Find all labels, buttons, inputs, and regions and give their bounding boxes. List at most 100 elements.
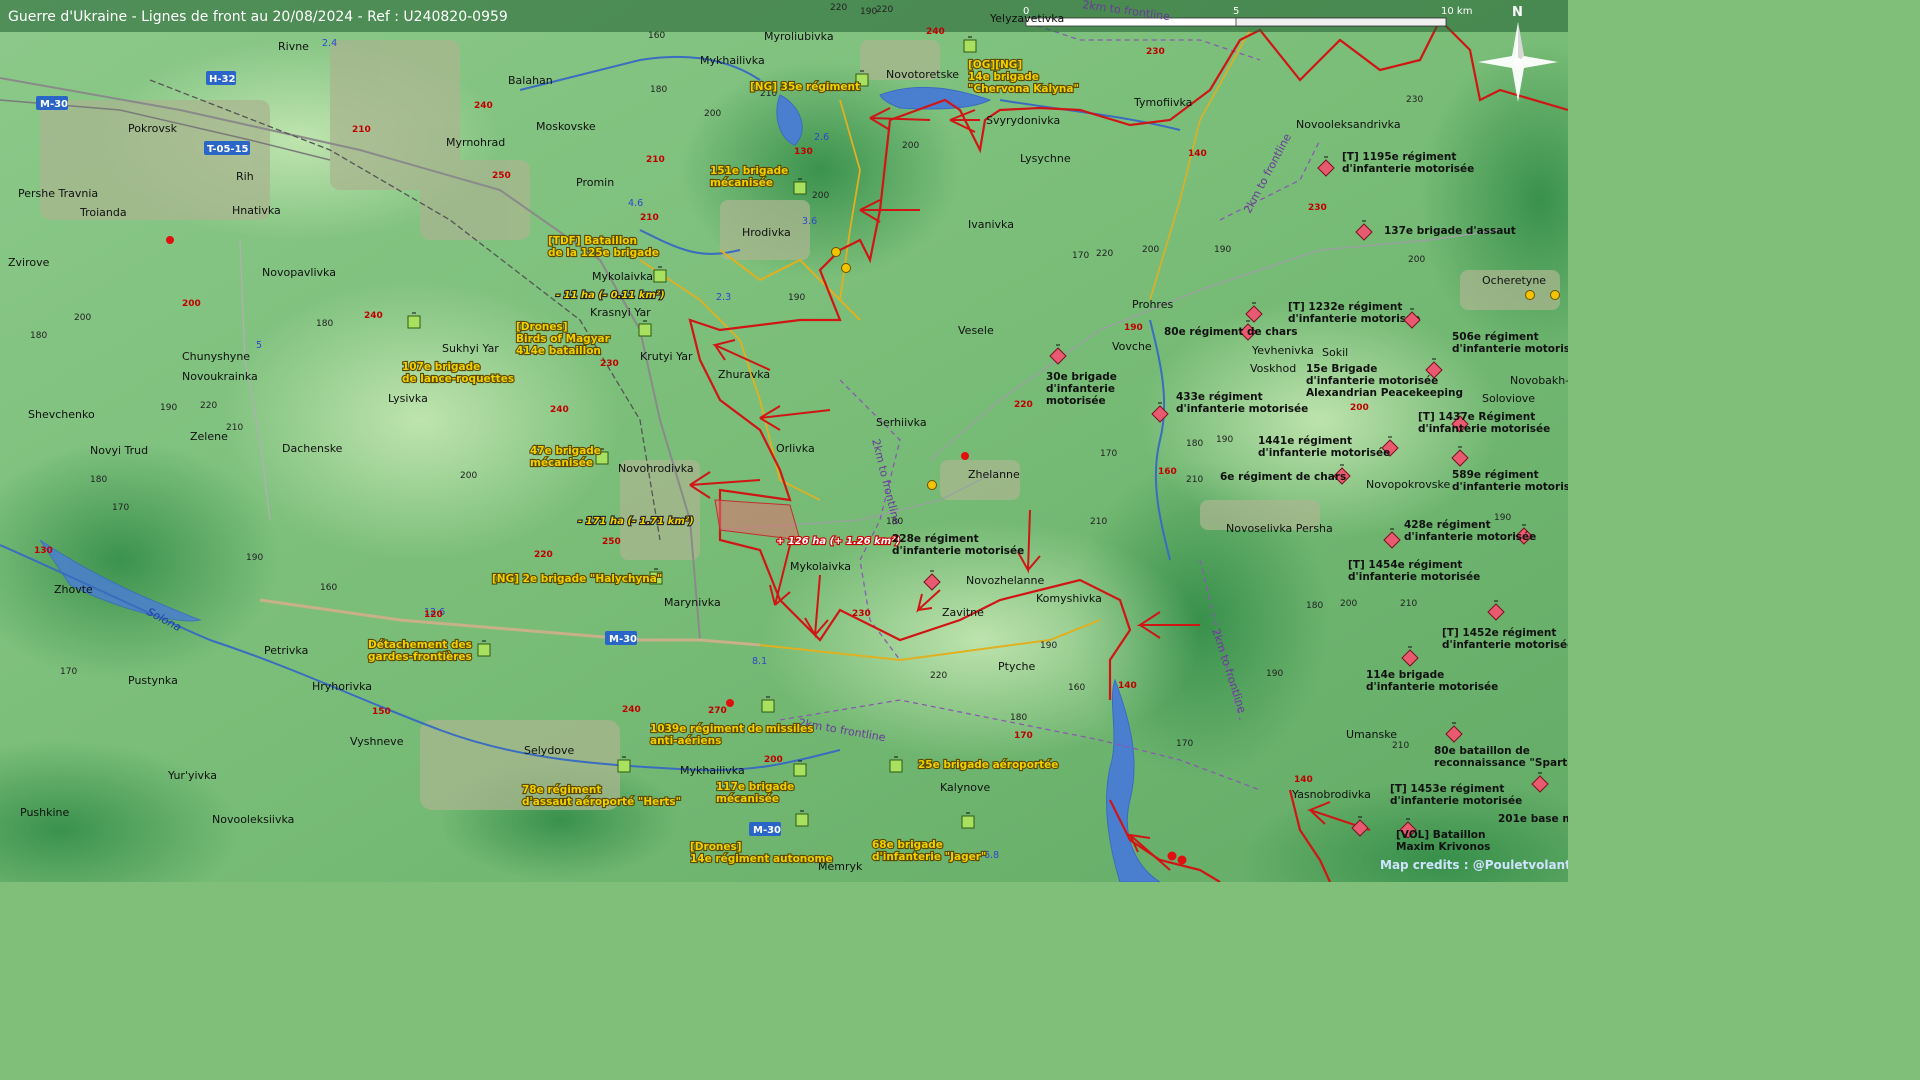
unit-label-line: 25e brigade aéroportée	[918, 759, 1058, 771]
unit-label-line: de lance-roquettes	[402, 373, 514, 385]
town-label: Vyshneve	[350, 735, 404, 748]
elevation-label: 200	[812, 191, 829, 201]
elevation-label: 220	[1096, 249, 1113, 259]
unit-label-line: 1039e régiment de missiles	[650, 723, 814, 735]
elevation-label: 180	[30, 331, 47, 341]
elevation-label: 200	[902, 141, 919, 151]
elevation-label-red: 270	[708, 706, 727, 716]
town-label: Myrnohrad	[446, 136, 505, 149]
town-label: Pershe Travnia	[18, 187, 98, 200]
town-label: Hrodivka	[742, 226, 791, 239]
tactical-map[interactable]: Guerre d'Ukraine - Lignes de front au 20…	[0, 0, 1568, 882]
town-label: Novozhelanne	[966, 574, 1044, 587]
town-label: Vesele	[958, 324, 994, 337]
elevation-label-red: 140	[1188, 149, 1207, 159]
road-sign-t0515: T-05-15	[207, 144, 249, 155]
unit-label-line: d'infanterie "Jager"	[872, 851, 986, 863]
unit-label-line: anti-aériens	[650, 735, 721, 747]
road-sign-h32: H-32	[209, 74, 235, 85]
elevation-label: 220	[876, 5, 893, 15]
elevation-label: 200	[74, 313, 91, 323]
elevation-label: 190	[1216, 435, 1233, 445]
unit-label-line: d'infanterie motorisée	[1176, 403, 1308, 415]
elevation-label-red: 140	[1118, 681, 1137, 691]
unit-label-line: [NG] 2e brigade "Halychyna"	[492, 573, 662, 585]
area-gain-label: + 126 ha (+ 1.26 km²)	[776, 536, 900, 547]
road-sign-m30-c: M-30	[753, 825, 781, 836]
town-label: Rivne	[278, 40, 309, 53]
ukr-unit-marker[interactable]	[793, 763, 807, 777]
town-label: Sukhyi Yar	[442, 342, 499, 355]
town-label: Rih	[236, 170, 254, 183]
ukr-unit-label: [NG] 35e régiment	[750, 81, 860, 93]
ukr-unit-marker[interactable]	[761, 699, 775, 713]
unit-label-line: motorisée	[1046, 395, 1106, 407]
unit-label-line: d'infanterie	[1046, 383, 1115, 395]
unit-label-line: mécanisée	[530, 457, 593, 469]
road-number: 8.1	[752, 656, 767, 667]
unit-label-line: 47e brigade	[530, 445, 601, 457]
unit-label-line: "Chervona Kalyna"	[968, 83, 1079, 95]
unit-label-line: [T] 1232e régiment	[1288, 301, 1402, 313]
town-label: Chunyshyne	[182, 350, 250, 363]
elevation-label: 220	[930, 671, 947, 681]
town-label: Novotoretske	[886, 68, 959, 81]
unit-label-line: d'infanterie motorisée	[1452, 343, 1568, 355]
ukr-unit-marker[interactable]	[795, 813, 809, 827]
town-label: Ocheretyne	[1482, 274, 1546, 287]
rus-unit-label: [T] 1232e régiment d'infanterie motorisée	[1288, 301, 1420, 325]
ukr-unit-marker[interactable]	[889, 759, 903, 773]
unit-label-line: [Drones]	[516, 321, 568, 333]
elevation-label: 180	[90, 475, 107, 485]
ukr-unit-marker[interactable]	[653, 269, 667, 283]
elevation-label-red: 240	[364, 311, 383, 321]
town-label: Ivanivka	[968, 218, 1014, 231]
ukr-unit-marker[interactable]	[407, 315, 421, 329]
elevation-label-red: 160	[1158, 467, 1177, 477]
elevation-label: 210	[1090, 517, 1107, 527]
town-label: Lysivka	[388, 392, 428, 405]
unit-label-line: d'infanterie motorisée	[1306, 375, 1438, 387]
elevation-label: 190	[860, 7, 877, 17]
unit-label-line: 1441e régiment	[1258, 435, 1352, 447]
ukr-unit-marker[interactable]	[638, 323, 652, 337]
unit-label-line: 428e régiment	[1404, 519, 1491, 531]
town-label: Dachenske	[282, 442, 343, 455]
unit-label-line: d'infanterie motorisée	[1418, 423, 1550, 435]
unit-label-line: [T] 1195e régiment	[1342, 151, 1456, 163]
elevation-label: 160	[1068, 683, 1085, 693]
town-label: Hnativka	[232, 204, 281, 217]
road-sign-m30-a: M-30	[40, 99, 68, 110]
town-label: Mykhailivka	[680, 764, 745, 777]
ukr-unit-marker[interactable]	[963, 39, 977, 53]
elevation-label: 190	[1494, 513, 1511, 523]
town-label: Novoselivka Persha	[1226, 522, 1333, 535]
unit-label-line: [T] 1454e régiment	[1348, 559, 1462, 571]
elevation-label-red: 240	[474, 101, 493, 111]
elevation-label: 160	[648, 31, 665, 41]
unit-label-line: [Drones]	[690, 841, 742, 853]
ukr-unit-marker[interactable]	[617, 759, 631, 773]
rus-unit-label: 201e base militaire	[1498, 813, 1568, 825]
ukr-unit-marker[interactable]	[793, 181, 807, 195]
unit-label-line: 117e brigade	[716, 781, 794, 793]
town-label: Ptyche	[998, 660, 1035, 673]
area-loss-label: - 11 ha (- 0.11 km²)	[556, 290, 665, 301]
ukr-unit-marker[interactable]	[961, 815, 975, 829]
unit-label-line: Alexandrian Peacekeeping	[1306, 387, 1463, 399]
ukr-unit-marker[interactable]	[477, 643, 491, 657]
unit-label-line: 107e brigade	[402, 361, 480, 373]
road-number: 4.6	[628, 198, 643, 209]
town-label: Novoukrainka	[182, 370, 258, 383]
unit-label-line: 6e régiment de chars	[1220, 471, 1346, 483]
area-loss-label: - 171 ha (- 1.71 km²)	[578, 516, 694, 527]
unit-label-line: d'infanterie motorisée	[1390, 795, 1522, 807]
elevation-label-red: 130	[34, 546, 53, 556]
road-number: 2.4	[322, 38, 337, 49]
elevation-label: 230	[1406, 95, 1423, 105]
ukr-unit-label: 47e brigade mécanisée	[530, 445, 601, 469]
elevation-label: 220	[830, 3, 847, 13]
elevation-label: 180	[1186, 439, 1203, 449]
rus-unit-label: [VOL] Bataillon Maxim Krivonos	[1396, 829, 1490, 853]
elevation-label: 170	[60, 667, 77, 677]
